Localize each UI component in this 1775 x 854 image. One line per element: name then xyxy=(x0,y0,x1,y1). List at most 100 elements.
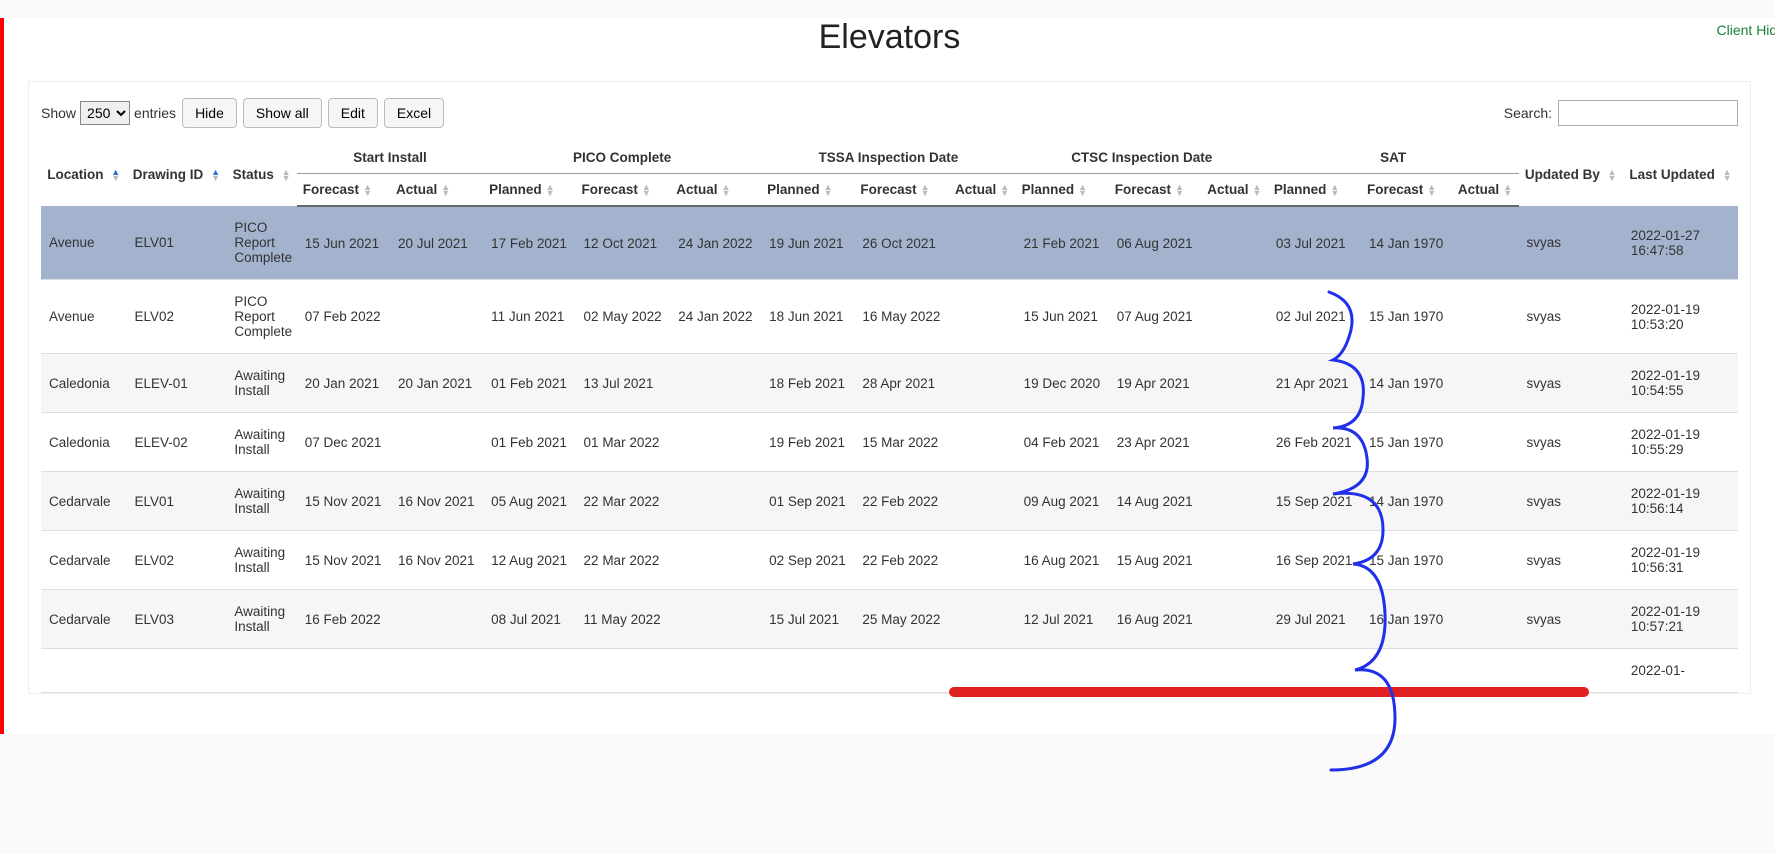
cell-ts-planned: 01 Sep 2021 xyxy=(761,472,854,531)
col-ts-actual[interactable]: Actual▲▼ xyxy=(949,174,1016,207)
cell-pc-planned: 12 Aug 2021 xyxy=(483,531,575,590)
cell-pc-actual xyxy=(670,472,761,531)
cell-status xyxy=(226,649,296,693)
cell-ct-planned: 21 Feb 2021 xyxy=(1016,206,1109,280)
cell-pc-forecast: 22 Mar 2022 xyxy=(576,472,671,531)
cell-sat-planned: 26 Feb 2021 xyxy=(1268,413,1361,472)
table-row[interactable]: CedarvaleELV02Awaiting Install15 Nov 202… xyxy=(41,531,1738,590)
cell-sat-forecast: 15 Jan 1970 xyxy=(1361,280,1452,354)
cell-last-updated: 2022-01-19 10:57:21 xyxy=(1623,590,1738,649)
client-hide-link[interactable]: Client Hidd xyxy=(1717,22,1775,38)
cell-sat-planned: 29 Jul 2021 xyxy=(1268,590,1361,649)
cell-pc-actual: 24 Jan 2022 xyxy=(670,280,761,354)
cell-ct-actual xyxy=(1201,206,1268,280)
col-sat-actual[interactable]: Actual▲▼ xyxy=(1452,174,1519,207)
cell-pc-planned: 08 Jul 2021 xyxy=(483,590,575,649)
col-sat-planned[interactable]: Planned▲▼ xyxy=(1268,174,1361,207)
table-row[interactable]: CaledoniaELEV-01Awaiting Install20 Jan 2… xyxy=(41,354,1738,413)
colgroup-pico-complete: PICO Complete xyxy=(483,142,761,174)
cell-pc-planned xyxy=(483,649,575,693)
cell-ts-forecast: 28 Apr 2021 xyxy=(854,354,949,413)
col-si-actual[interactable]: Actual▲▼ xyxy=(390,174,483,207)
show-entries: Show 250 entries xyxy=(41,101,176,125)
excel-button[interactable]: Excel xyxy=(384,98,444,128)
col-ts-planned[interactable]: Planned▲▼ xyxy=(761,174,854,207)
cell-si-forecast: 07 Dec 2021 xyxy=(297,413,390,472)
col-pc-forecast[interactable]: Forecast▲▼ xyxy=(576,174,671,207)
search-label: Search: xyxy=(1504,105,1552,121)
cell-location: Cedarvale xyxy=(41,472,126,531)
colgroup-sat: SAT xyxy=(1268,142,1519,174)
col-ct-forecast[interactable]: Forecast▲▼ xyxy=(1109,174,1201,207)
cell-pc-actual xyxy=(670,354,761,413)
cell-si-actual xyxy=(390,590,483,649)
show-all-button[interactable]: Show all xyxy=(243,98,322,128)
table-row[interactable]: AvenueELV01PICO Report Complete15 Jun 20… xyxy=(41,206,1738,280)
cell-ts-forecast xyxy=(854,649,949,693)
col-updated-by[interactable]: Updated By ▲▼ xyxy=(1519,142,1623,206)
col-location[interactable]: Location ▲▼ xyxy=(41,142,126,206)
cell-ts-planned: 18 Feb 2021 xyxy=(761,354,854,413)
cell-pc-actual xyxy=(670,590,761,649)
table-row[interactable]: AvenueELV02PICO Report Complete07 Feb 20… xyxy=(41,280,1738,354)
cell-location: Avenue xyxy=(41,280,126,354)
cell-ct-forecast: 15 Aug 2021 xyxy=(1109,531,1201,590)
cell-sat-actual xyxy=(1452,354,1519,413)
col-drawing-id[interactable]: Drawing ID ▲▼ xyxy=(126,142,226,206)
cell-ts-actual xyxy=(949,206,1016,280)
cell-sat-actual xyxy=(1452,472,1519,531)
cell-si-actual xyxy=(390,649,483,693)
table-row[interactable]: 2022-01- xyxy=(41,649,1738,693)
table-row[interactable]: CedarvaleELV01Awaiting Install15 Nov 202… xyxy=(41,472,1738,531)
cell-pc-actual xyxy=(670,531,761,590)
col-ts-forecast[interactable]: Forecast▲▼ xyxy=(854,174,949,207)
cell-updated-by: svyas xyxy=(1519,280,1623,354)
cell-si-actual: 20 Jul 2021 xyxy=(390,206,483,280)
entries-select[interactable]: 250 xyxy=(80,101,130,125)
cell-last-updated: 2022-01-19 10:53:20 xyxy=(1623,280,1738,354)
cell-si-actual: 16 Nov 2021 xyxy=(390,531,483,590)
cell-status: Awaiting Install xyxy=(226,354,296,413)
cell-drawing-id xyxy=(126,649,226,693)
col-status[interactable]: Status ▲▼ xyxy=(226,142,296,206)
cell-pc-planned: 05 Aug 2021 xyxy=(483,472,575,531)
cell-ts-actual xyxy=(949,354,1016,413)
cell-ts-planned: 19 Jun 2021 xyxy=(761,206,854,280)
cell-ts-planned xyxy=(761,649,854,693)
col-pc-actual[interactable]: Actual▲▼ xyxy=(670,174,761,207)
cell-sat-forecast: 15 Jan 1970 xyxy=(1361,531,1452,590)
edit-button[interactable]: Edit xyxy=(328,98,378,128)
col-si-forecast[interactable]: Forecast▲▼ xyxy=(297,174,390,207)
search-input[interactable] xyxy=(1558,100,1738,126)
col-pc-planned[interactable]: Planned▲▼ xyxy=(483,174,575,207)
cell-ct-planned: 15 Jun 2021 xyxy=(1016,280,1109,354)
cell-pc-planned: 11 Jun 2021 xyxy=(483,280,575,354)
cell-si-forecast: 15 Nov 2021 xyxy=(297,531,390,590)
cell-location: Caledonia xyxy=(41,354,126,413)
cell-ts-forecast: 22 Feb 2022 xyxy=(854,472,949,531)
col-last-updated[interactable]: Last Updated ▲▼ xyxy=(1623,142,1738,206)
cell-pc-forecast: 12 Oct 2021 xyxy=(576,206,671,280)
cell-si-forecast xyxy=(297,649,390,693)
col-ct-actual[interactable]: Actual▲▼ xyxy=(1201,174,1268,207)
col-sat-forecast[interactable]: Forecast▲▼ xyxy=(1361,174,1452,207)
cell-updated-by xyxy=(1519,649,1623,693)
table-row[interactable]: CaledoniaELEV-02Awaiting Install07 Dec 2… xyxy=(41,413,1738,472)
table-row[interactable]: CedarvaleELV03Awaiting Install16 Feb 202… xyxy=(41,590,1738,649)
cell-ts-forecast: 26 Oct 2021 xyxy=(854,206,949,280)
cell-ts-actual xyxy=(949,472,1016,531)
hide-button[interactable]: Hide xyxy=(182,98,237,128)
cell-ct-actual xyxy=(1201,354,1268,413)
cell-ts-actual xyxy=(949,280,1016,354)
cell-ct-planned xyxy=(1016,649,1109,693)
cell-ts-forecast: 16 May 2022 xyxy=(854,280,949,354)
cell-ts-actual xyxy=(949,413,1016,472)
col-ct-planned[interactable]: Planned▲▼ xyxy=(1016,174,1109,207)
cell-si-forecast: 20 Jan 2021 xyxy=(297,354,390,413)
colgroup-tssa: TSSA Inspection Date xyxy=(761,142,1015,174)
cell-ts-forecast: 25 May 2022 xyxy=(854,590,949,649)
cell-ts-planned: 19 Feb 2021 xyxy=(761,413,854,472)
cell-pc-planned: 01 Feb 2021 xyxy=(483,354,575,413)
cell-ct-planned: 04 Feb 2021 xyxy=(1016,413,1109,472)
cell-drawing-id: ELEV-01 xyxy=(126,354,226,413)
